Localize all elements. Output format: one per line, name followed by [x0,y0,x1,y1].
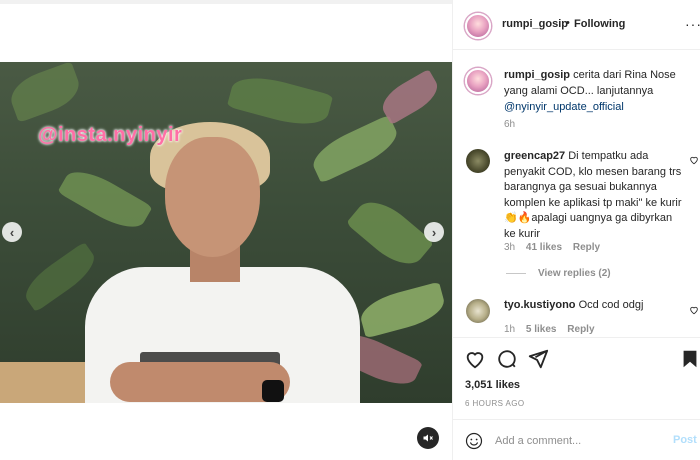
post-timestamp[interactable]: 6 HOURS AGO [465,399,525,408]
view-replies-label: View replies (2) [538,268,611,279]
comment-meta: 1h 5 likes Reply [504,324,595,335]
foliage-leaf [307,114,403,184]
avatar[interactable] [466,149,490,173]
comment-text: Di tempatku ada penyakit COD, klo mesen … [504,150,682,240]
following-button[interactable]: Following [574,18,625,30]
speaker-muted-icon [423,434,433,442]
chevron-left-icon: ‹ [9,224,15,240]
heart-outline-icon[interactable] [689,155,699,165]
avatar[interactable] [465,68,491,94]
share-icon[interactable] [527,348,549,370]
caption-username[interactable]: rumpi_gosip [504,69,570,81]
video-frame[interactable]: @insta.nyinyir [0,62,452,403]
emoji-icon[interactable] [465,432,483,450]
foliage-leaf [356,281,449,339]
top-divider [0,0,452,4]
comment-time[interactable]: 1h [504,324,515,335]
post-comment-button[interactable]: Post [673,434,697,446]
caption-timestamp[interactable]: 6h [504,119,515,130]
heart-outline-icon[interactable] [689,305,699,315]
comment-item: greencap27 Di tempatku ada penyakit COD,… [504,149,682,242]
foliage-leaf [376,69,444,125]
view-replies-button[interactable]: View replies (2) [506,268,611,279]
comment-input[interactable] [495,431,665,451]
avatar[interactable] [465,13,491,39]
post-caption: rumpi_gosip cerita dari Rina Nose yang a… [504,67,694,115]
header-username[interactable]: rumpi_gosip [502,18,568,30]
reply-button[interactable]: Reply [567,324,594,335]
heart-icon[interactable] [464,348,486,370]
mute-toggle-button[interactable] [417,427,439,449]
reply-button[interactable]: Reply [573,242,600,253]
comment-likes[interactable]: 5 likes [526,324,557,335]
comment-item: tyo.kustiyono Ocd cod odgj [504,299,643,311]
comment-username[interactable]: greencap27 [504,150,565,162]
foliage-leaf [57,161,153,238]
caption-mention-link[interactable]: @nyinyir_update_official [504,101,624,113]
more-options-icon[interactable]: ··· [685,16,700,32]
previous-media-button[interactable]: ‹ [2,222,22,242]
foliage-leaf [18,241,102,313]
foliage-leaf [226,69,334,133]
chevron-right-icon: › [431,224,437,240]
comment-time[interactable]: 3h [504,242,515,253]
avatar[interactable] [466,299,490,323]
next-media-button[interactable]: › [424,222,444,242]
replies-divider [506,273,526,274]
post-actions-bar [453,337,700,381]
post-side-panel: rumpi_gosip • Following ··· rumpi_gosip … [452,0,700,460]
comment-icon[interactable] [496,348,518,370]
wrist-watch [262,380,284,402]
person-face [165,137,260,257]
add-comment-bar: Post [453,419,700,460]
likes-count[interactable]: 3,051 likes [465,379,520,391]
comment-username[interactable]: tyo.kustiyono [504,299,576,311]
header-separator: • [566,17,570,29]
comment-text: Ocd cod odgj [578,299,644,311]
bookmark-icon[interactable] [679,348,700,370]
post-media-pane: @insta.nyinyir ‹ › [0,0,452,460]
watermark-text: @insta.nyinyir [38,124,183,146]
foliage-leaf [345,191,435,275]
comment-likes[interactable]: 41 likes [526,242,562,253]
foliage-leaf [5,62,85,123]
post-header: rumpi_gosip • Following ··· [453,0,700,50]
comment-meta: 3h 41 likes Reply [504,242,600,253]
